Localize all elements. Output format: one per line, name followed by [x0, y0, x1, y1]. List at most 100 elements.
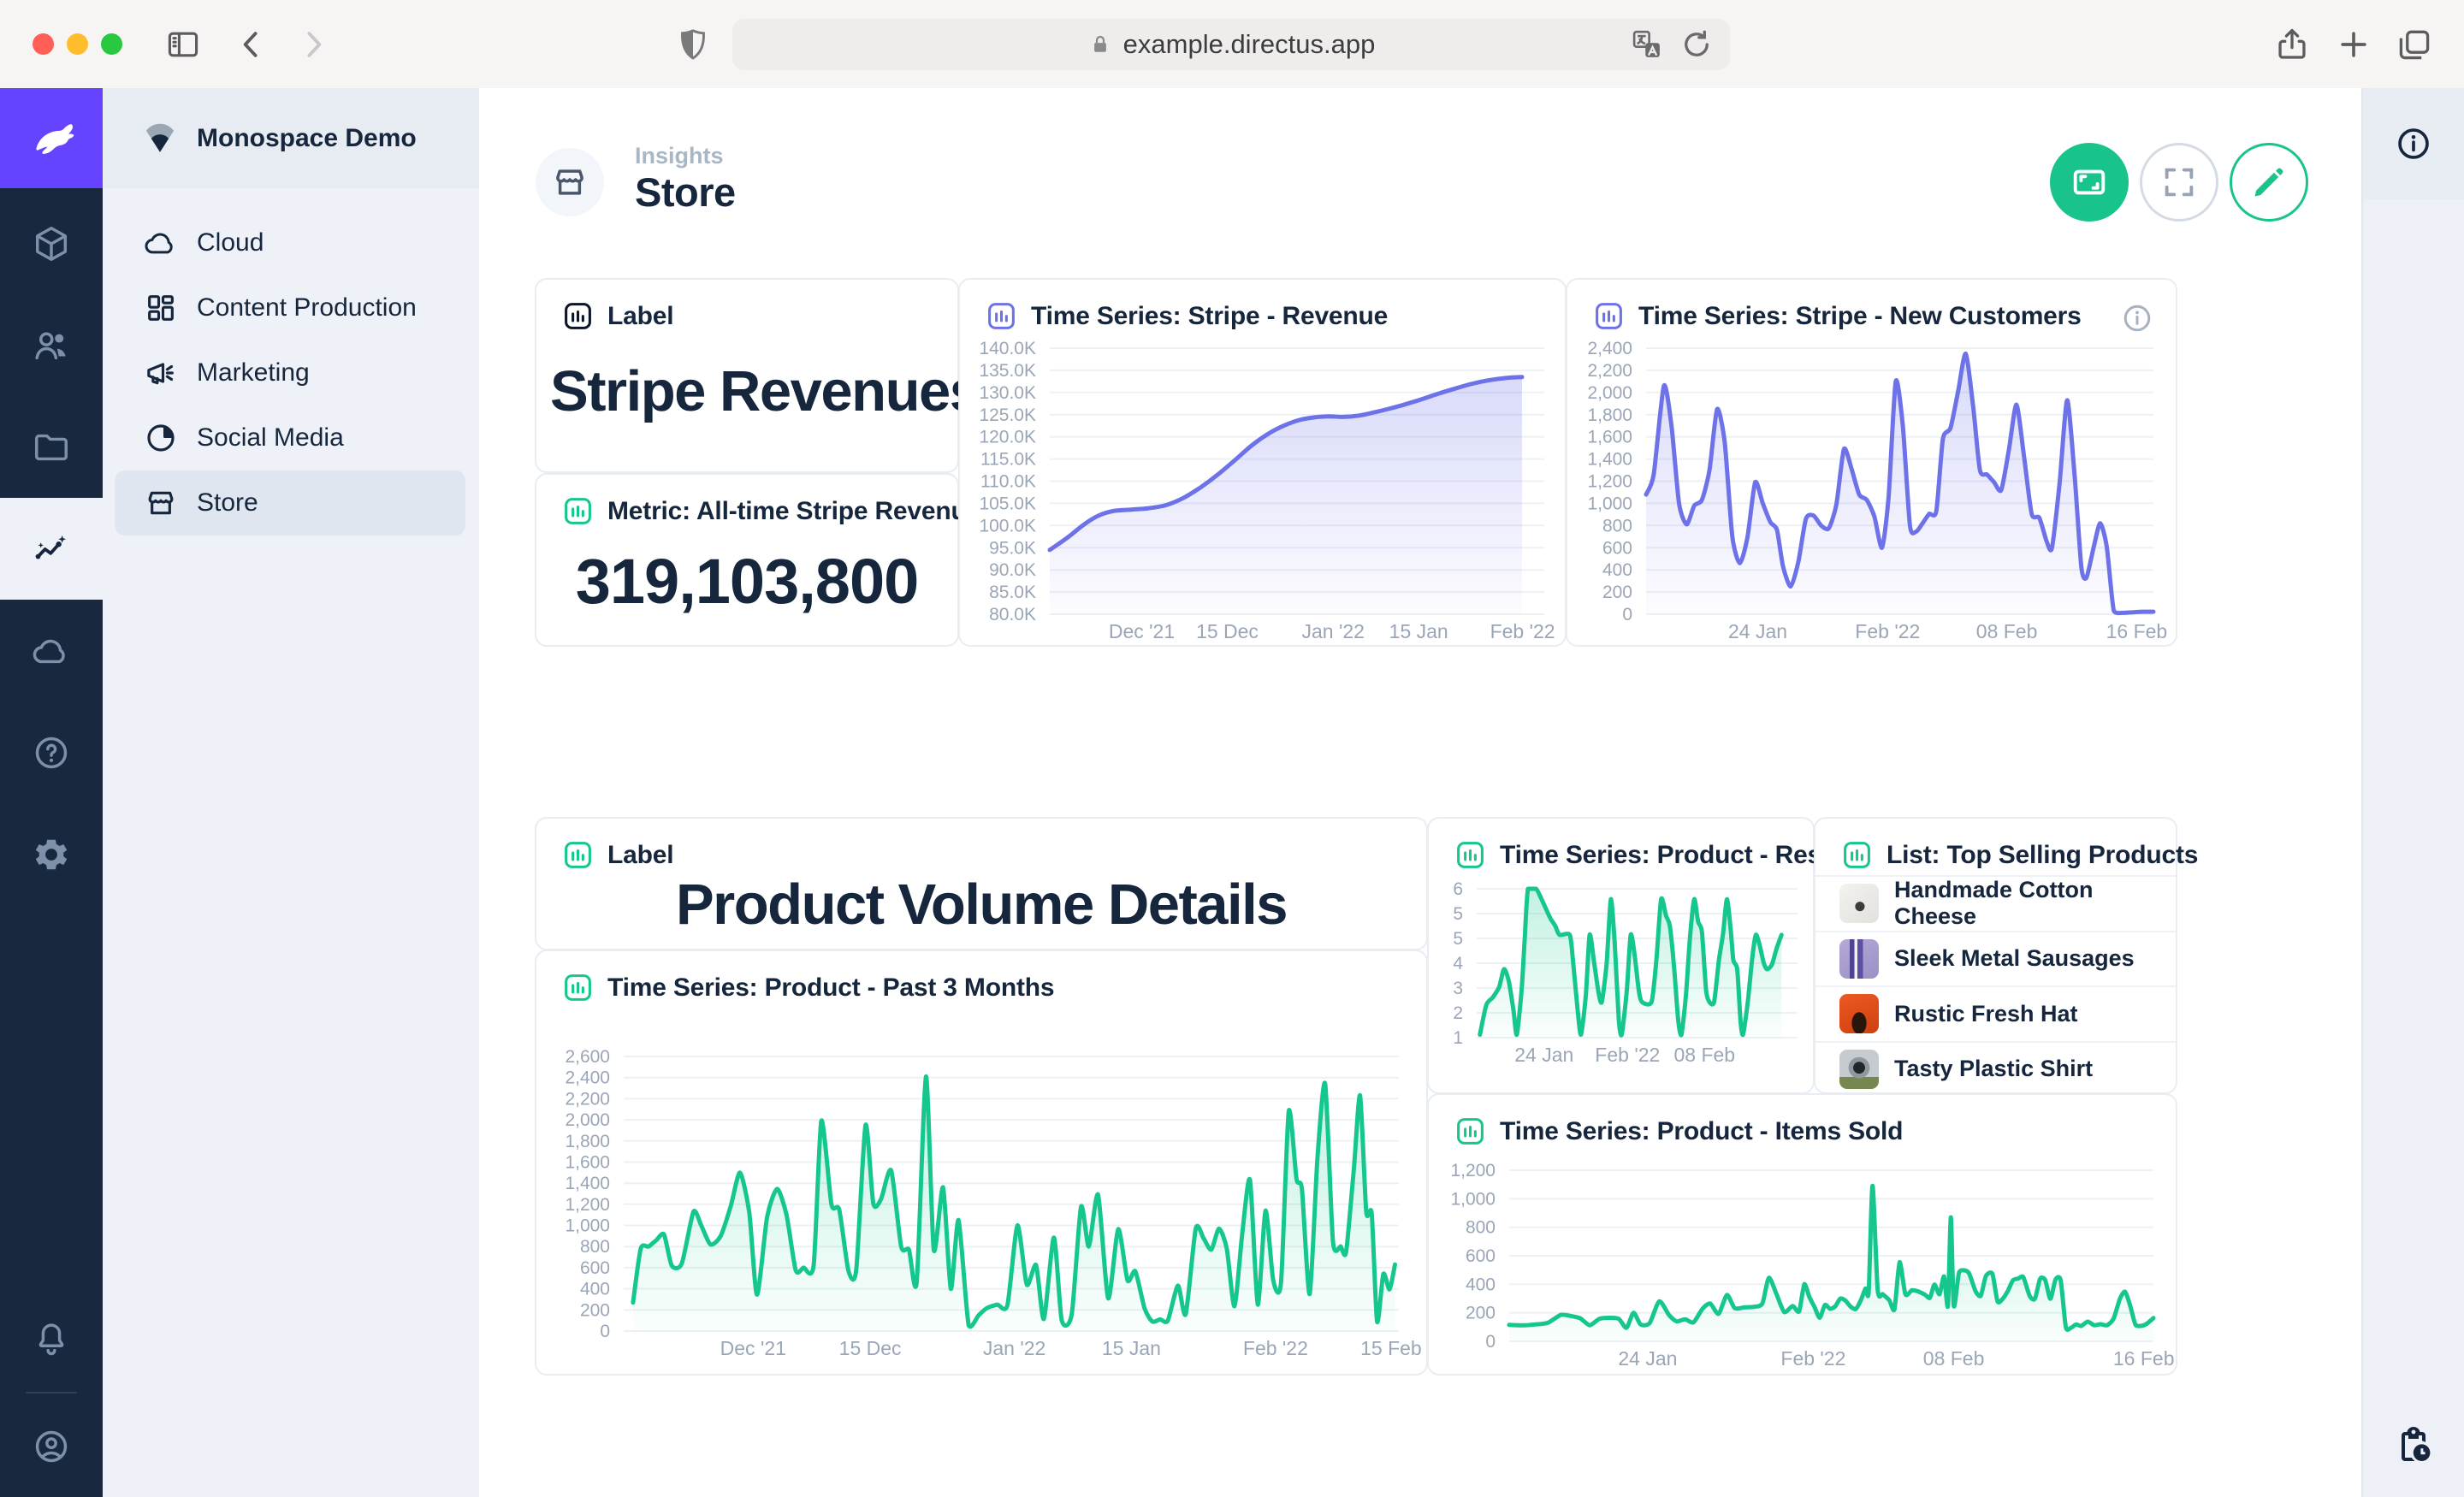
- sidebar-item-label: Store: [197, 488, 258, 518]
- svg-text:1,400: 1,400: [1587, 450, 1632, 470]
- main-content: Insights Store Label Stripe Revenues Met…: [479, 88, 2361, 1497]
- svg-text:15 Dec: 15 Dec: [839, 1337, 902, 1359]
- svg-text:15 Dec: 15 Dec: [1196, 620, 1259, 642]
- donut-icon: [144, 421, 178, 455]
- product-name: Handmade Cotton Cheese: [1894, 877, 2176, 930]
- svg-text:800: 800: [580, 1237, 610, 1257]
- svg-text:Feb '22: Feb '22: [1595, 1044, 1660, 1066]
- svg-text:4: 4: [1453, 954, 1463, 973]
- back-button[interactable]: [233, 26, 270, 63]
- privacy-shield-icon[interactable]: [674, 26, 712, 63]
- product-thumbnail: [1839, 994, 1879, 1033]
- svg-text:105.0K: 105.0K: [979, 494, 1036, 513]
- module-cloud-cloud-icon[interactable]: [0, 600, 103, 701]
- sidebar-item-cloud[interactable]: Cloud: [115, 210, 465, 275]
- sidebar-item-social-media[interactable]: Social Media: [115, 405, 465, 470]
- product-thumbnail: [1839, 939, 1879, 979]
- edit-dashboard-button[interactable]: [2230, 143, 2308, 222]
- directus-logo[interactable]: [0, 88, 103, 188]
- sidebar-item-store[interactable]: Store: [115, 470, 465, 535]
- module-bar-bottom: [0, 1288, 103, 1497]
- top-selling-list: Handmade Cotton Cheese Sleek Metal Sausag…: [1815, 875, 2176, 1092]
- svg-text:08 Feb: 08 Feb: [1673, 1044, 1735, 1066]
- chart-past-3-months: 2,6002,4002,2002,0001,8001,6001,4001,200…: [536, 951, 1426, 1374]
- panel-chart-items-sold: Time Series: Product - Items Sold 1,2001…: [1427, 1093, 2177, 1376]
- svg-text:1,200: 1,200: [1587, 472, 1632, 492]
- module-bar-divider: [26, 1392, 77, 1393]
- svg-text:1,000: 1,000: [565, 1216, 610, 1236]
- list-item[interactable]: Sleek Metal Sausages: [1815, 931, 2176, 986]
- svg-text:15 Jan: 15 Jan: [1102, 1337, 1161, 1359]
- svg-text:1,400: 1,400: [565, 1174, 610, 1193]
- svg-text:115.0K: 115.0K: [980, 450, 1036, 470]
- sidebar-item-label: Content Production: [197, 293, 417, 322]
- svg-text:15 Feb: 15 Feb: [1360, 1337, 1422, 1359]
- traffic-minimize-button[interactable]: [67, 33, 88, 55]
- grid-icon: [144, 291, 178, 325]
- module-settings-settings-icon[interactable]: [0, 803, 103, 905]
- activity-clipboard-icon[interactable]: [2393, 1425, 2434, 1466]
- sidebar-toggle-icon[interactable]: [164, 26, 202, 63]
- chart-canvas: 2,4002,2002,0001,8001,6001,4001,2001,000…: [1567, 280, 2176, 645]
- tab-overview-icon[interactable]: [2396, 26, 2433, 63]
- panel-icon: [562, 839, 594, 871]
- reload-icon[interactable]: [1679, 27, 1715, 62]
- svg-text:0: 0: [1485, 1332, 1496, 1352]
- module-notifications-bell-icon[interactable]: [0, 1288, 103, 1390]
- list-item[interactable]: Rustic Fresh Hat: [1815, 985, 2176, 1041]
- module-content-box-icon[interactable]: [0, 192, 103, 294]
- forward-button[interactable]: [294, 26, 332, 63]
- svg-text:Jan '22: Jan '22: [1301, 620, 1364, 642]
- info-sidebar-icon[interactable]: [2395, 125, 2432, 163]
- svg-text:1,800: 1,800: [565, 1132, 610, 1151]
- svg-text:100.0K: 100.0K: [979, 516, 1036, 535]
- list-item[interactable]: Handmade Cotton Cheese: [1815, 875, 2176, 931]
- translate-icon[interactable]: [1629, 27, 1665, 62]
- nav-sidebar: Monospace Demo Cloud Content Production Ma…: [103, 88, 479, 1497]
- svg-text:1: 1: [1453, 1028, 1463, 1048]
- module-insights-insights-icon[interactable]: [0, 498, 103, 600]
- module-account-account-icon[interactable]: [0, 1395, 103, 1497]
- fullscreen-button[interactable]: [2140, 143, 2218, 222]
- fit-screen-button[interactable]: [2050, 143, 2129, 222]
- module-files-folder-icon[interactable]: [0, 396, 103, 498]
- svg-text:2,400: 2,400: [1587, 339, 1632, 358]
- chart-restocks: 655432124 JanFeb '2208 Feb: [1429, 819, 1813, 1092]
- label-product-title: Product Volume Details: [550, 872, 1413, 938]
- svg-text:95.0K: 95.0K: [989, 538, 1036, 558]
- new-tab-icon[interactable]: [2335, 26, 2372, 63]
- list-item[interactable]: Tasty Plastic Shirt: [1815, 1041, 2176, 1097]
- rabbit-icon: [23, 110, 80, 167]
- nav-items: Cloud Content Production MarketingSocial M…: [115, 210, 465, 535]
- product-thumbnail: [1839, 884, 1879, 923]
- traffic-close-button[interactable]: [33, 33, 54, 55]
- svg-text:5: 5: [1453, 904, 1463, 924]
- svg-text:2: 2: [1453, 1003, 1463, 1023]
- directus-app: Monospace Demo Cloud Content Production Ma…: [0, 88, 2464, 1497]
- product-name: Sleek Metal Sausages: [1894, 945, 2135, 972]
- svg-text:1,000: 1,000: [1450, 1189, 1496, 1209]
- page-title: Store: [635, 169, 736, 216]
- fullscreen-icon: [2159, 163, 2199, 202]
- panel-chart-stripe-revenue: Time Series: Stripe - Revenue 140.0K135.…: [958, 278, 1567, 647]
- svg-text:1,200: 1,200: [1450, 1161, 1496, 1180]
- svg-text:08 Feb: 08 Feb: [1923, 1347, 1985, 1370]
- svg-text:800: 800: [1602, 516, 1632, 535]
- svg-text:1,600: 1,600: [565, 1153, 610, 1173]
- chart-items-sold: 1,2001,000800600400200024 JanFeb '2208 F…: [1429, 1095, 2176, 1374]
- share-icon[interactable]: [2273, 26, 2311, 63]
- module-users-people-icon[interactable]: [0, 294, 103, 396]
- sidebar-item-marketing[interactable]: Marketing: [115, 340, 465, 405]
- module-help-help-icon[interactable]: [0, 701, 103, 803]
- project-header[interactable]: Monospace Demo: [103, 88, 479, 188]
- breadcrumb[interactable]: Insights: [635, 143, 724, 169]
- dashboard-icon-badge: [536, 148, 604, 216]
- pencil-icon: [2249, 163, 2289, 202]
- address-bar[interactable]: example.directus.app: [732, 19, 1730, 70]
- chart-new-customers: 2,4002,2002,0001,8001,6001,4001,2001,000…: [1567, 280, 2176, 645]
- svg-text:80.0K: 80.0K: [989, 605, 1036, 624]
- traffic-zoom-button[interactable]: [101, 33, 122, 55]
- svg-text:Dec '21: Dec '21: [720, 1337, 786, 1359]
- svg-text:0: 0: [1622, 605, 1632, 624]
- sidebar-item-content-production[interactable]: Content Production: [115, 275, 465, 340]
